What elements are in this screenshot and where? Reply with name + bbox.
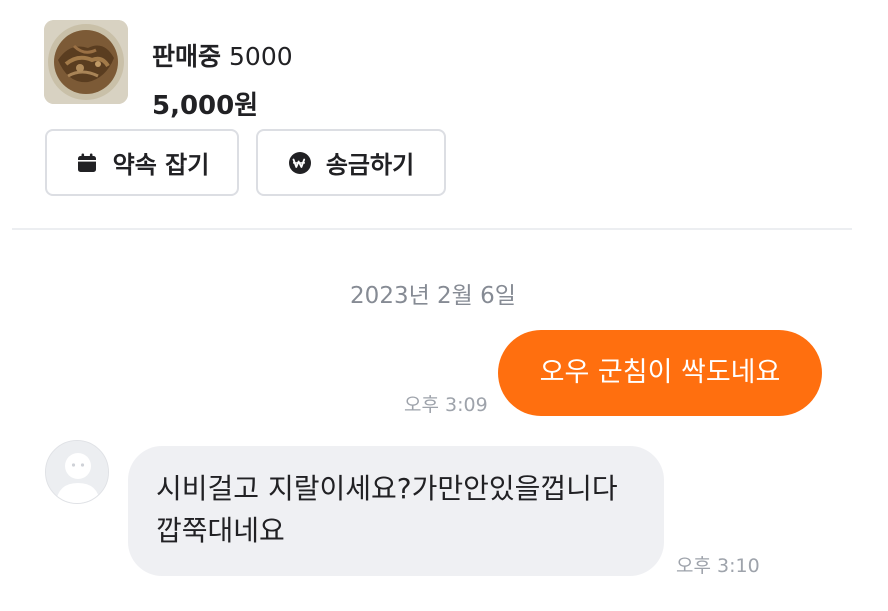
message-time: 오후 3:09 bbox=[404, 394, 488, 416]
product-photo-icon bbox=[44, 20, 128, 104]
avatar[interactable] bbox=[45, 440, 109, 504]
send-money-button[interactable]: 송금하기 bbox=[256, 129, 446, 196]
make-appointment-label: 약속 잡기 bbox=[112, 151, 210, 179]
message-time: 오후 3:10 bbox=[676, 555, 760, 577]
product-header[interactable]: 판매중 5000 5,000원 bbox=[44, 20, 844, 121]
product-title: 5000 bbox=[229, 42, 293, 71]
default-profile-icon bbox=[46, 441, 108, 503]
calendar-icon bbox=[75, 151, 99, 175]
make-appointment-button[interactable]: 약속 잡기 bbox=[45, 129, 239, 196]
header-divider bbox=[12, 228, 852, 230]
chat-screen: 판매중5000 5,000원 약속 잡기 송금하기 2023년 2월 6일 오 bbox=[0, 0, 888, 611]
incoming-message-bubble[interactable]: 시비걸고 지랄이세요?가만안있을껍니다 깝쭉대네요 bbox=[128, 446, 664, 576]
send-money-label: 송금하기 bbox=[325, 151, 415, 179]
product-thumbnail[interactable] bbox=[44, 20, 128, 104]
chat-date-separator: 2023년 2월 6일 bbox=[350, 283, 516, 309]
product-price: 5,000원 bbox=[152, 91, 259, 121]
outgoing-message-bubble[interactable]: 오우 군침이 싹도네요 bbox=[498, 330, 822, 416]
product-status-line: 판매중 5000 bbox=[152, 42, 293, 72]
sale-status: 판매중 bbox=[152, 42, 222, 71]
won-coin-icon bbox=[288, 151, 312, 175]
